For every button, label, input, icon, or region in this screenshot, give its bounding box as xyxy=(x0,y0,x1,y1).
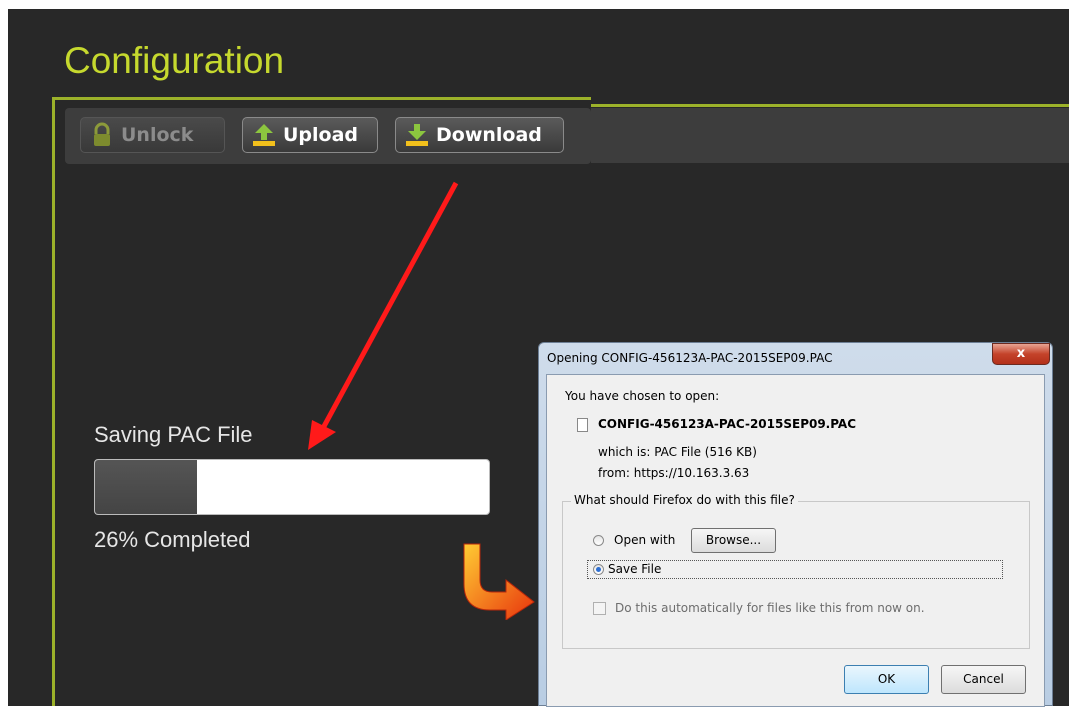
lock-icon xyxy=(94,122,110,146)
save-file-label: Save File xyxy=(608,562,662,576)
ok-button[interactable]: OK xyxy=(844,665,929,694)
download-button[interactable]: Download xyxy=(395,117,564,153)
frame-border-top-right xyxy=(591,104,1069,107)
dialog-title: Opening CONFIG-456123A-PAC-2015SEP09.PAC xyxy=(547,351,833,365)
file-type: which is: PAC File (516 KB) xyxy=(598,445,757,459)
upload-icon xyxy=(253,124,275,146)
frame-border-left xyxy=(52,97,55,706)
open-with-label[interactable]: Open with xyxy=(614,533,675,547)
download-dialog: Opening CONFIG-456123A-PAC-2015SEP09.PAC… xyxy=(538,342,1053,707)
orange-curved-arrow-annotation xyxy=(463,543,535,620)
chosen-text: You have chosen to open: xyxy=(565,389,720,403)
file-icon xyxy=(577,418,588,432)
close-button[interactable]: x xyxy=(992,343,1050,365)
unlock-button[interactable]: Unlock xyxy=(80,117,225,153)
download-icon xyxy=(406,124,428,146)
save-file-radio[interactable] xyxy=(593,564,604,575)
progress-label: Saving PAC File xyxy=(94,422,253,447)
progress-bar xyxy=(94,459,490,515)
file-name: CONFIG-456123A-PAC-2015SEP09.PAC xyxy=(598,417,857,431)
unlock-label: Unlock xyxy=(121,124,194,146)
progress-status: 26% Completed xyxy=(94,527,251,552)
progress-fill xyxy=(95,460,198,514)
action-question: What should Firefox do with this file? xyxy=(571,493,798,507)
dialog-body: You have chosen to open: CONFIG-456123A-… xyxy=(546,374,1045,707)
upload-label: Upload xyxy=(283,124,359,146)
file-source: from: https://10.163.3.63 xyxy=(598,466,750,480)
download-label: Download xyxy=(436,124,542,146)
toolbar: Unlock Upload Download xyxy=(65,108,591,164)
toolbar-extension xyxy=(591,108,1069,163)
open-with-radio[interactable] xyxy=(593,535,604,546)
save-file-option[interactable]: Save File xyxy=(587,560,1003,579)
page-title: Configuration xyxy=(64,40,285,81)
frame-border-top xyxy=(52,97,591,100)
cancel-button[interactable]: Cancel xyxy=(941,665,1026,694)
upload-button[interactable]: Upload xyxy=(242,117,378,153)
browse-button[interactable]: Browse... xyxy=(691,528,776,553)
auto-label: Do this automatically for files like thi… xyxy=(615,601,925,615)
auto-checkbox[interactable] xyxy=(593,602,606,615)
